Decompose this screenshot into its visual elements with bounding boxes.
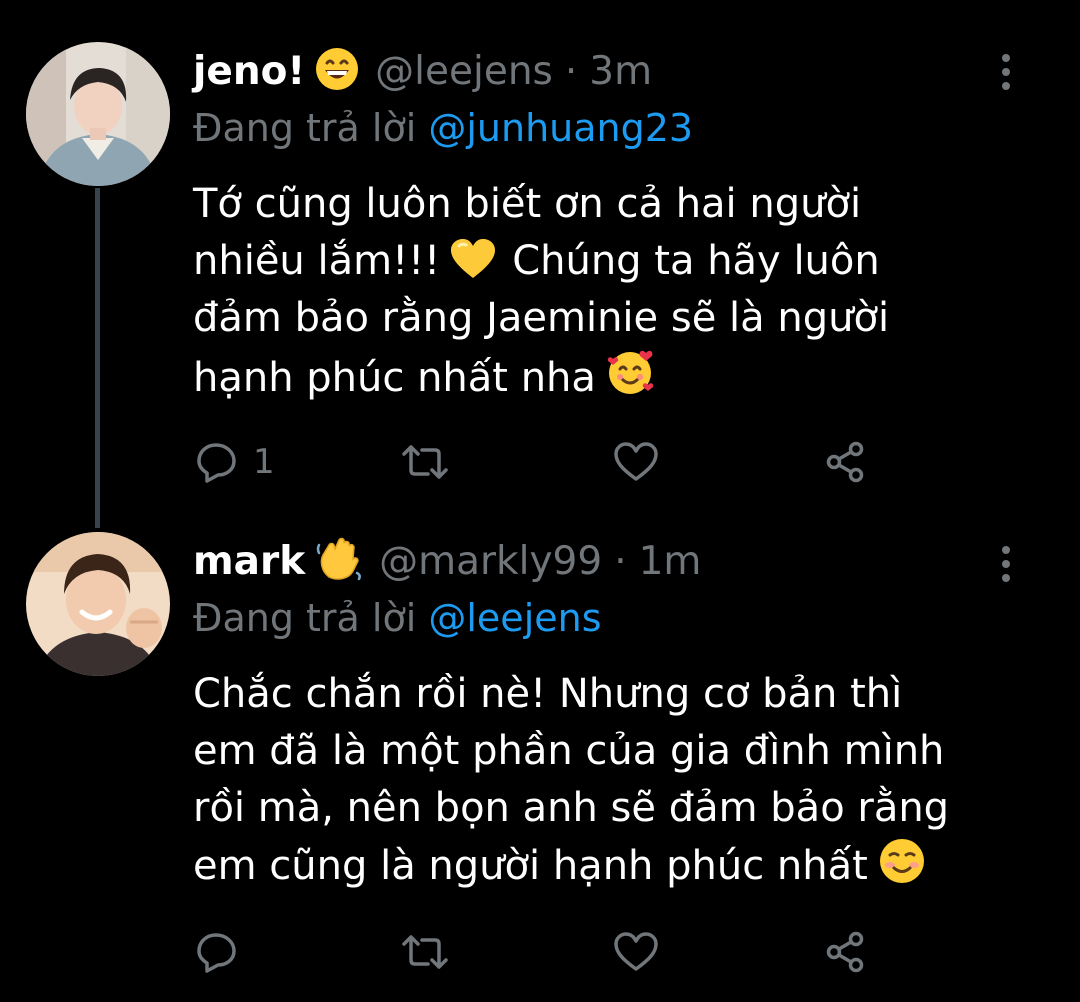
smiling-face-with-hearts-emoji-icon [606,347,656,413]
reply-icon [197,443,236,483]
share-button[interactable] [823,437,867,487]
share-icon [826,931,864,973]
more-options-icon[interactable] [996,52,1016,92]
tweet-text-line: nhiều lắm!!! Chúng ta hãy luôn [193,233,1043,290]
display-name[interactable]: mark [193,539,305,584]
reply-icon [197,933,236,973]
tweet-header: mark @markly99 · 1m [193,536,701,586]
reply-button[interactable]: 1 [195,437,275,487]
more-options-icon[interactable] [996,544,1016,584]
retweet-icon [402,935,448,969]
avatar[interactable] [26,42,170,186]
tweet-text-line: em cũng là người hạnh phúc nhất [193,837,1043,894]
tweet-text-line: Tớ cũng luôn biết ơn cả hai người [193,181,862,227]
tweet-text: Chắc chắn rồi nè! Nhưng cơ bản thì em đã… [193,666,1043,894]
replying-prefix: Đang trả lời [193,596,417,640]
tweet-header: jeno! @leejens · 3m [193,46,652,96]
separator: · [614,538,627,584]
timestamp[interactable]: 3m [589,49,652,94]
handle[interactable]: @markly99 [379,539,602,584]
replying-prefix: Đang trả lời [193,106,417,150]
replying-mention[interactable]: @junhuang23 [428,106,693,150]
tweet-text-line: hạnh phúc nhất nha [193,347,1043,404]
smiling-face-emoji-icon [878,837,926,901]
tweet-text-line: rồi mà, nên bọn anh sẽ đảm bảo rằng [193,785,950,831]
tweet-actions [193,927,893,977]
retweet-icon [402,445,448,479]
tweet-mark[interactable]: mark @markly99 · 1m Đang trả lời @leejen… [0,520,1080,1002]
waving-hand-emoji-icon [315,535,363,587]
separator: · [564,48,578,94]
tweet-text-line: Chắc chắn rồi nè! Nhưng cơ bản thì [193,671,903,717]
tweet-actions: 1 [193,437,893,487]
share-icon [826,441,864,483]
like-button[interactable] [613,437,659,487]
display-name[interactable]: jeno! [193,49,305,94]
handle[interactable]: @leejens [375,49,553,94]
retweet-button[interactable] [400,927,450,977]
reply-button[interactable] [195,927,253,977]
yellow-heart-emoji-icon [450,238,496,296]
replying-mention[interactable]: @leejens [428,596,601,640]
avatar[interactable] [26,532,170,676]
tweet-text-line: em đã là một phần của gia đình mình [193,728,945,774]
reply-count: 1 [253,442,275,482]
replying-to: Đang trả lời @junhuang23 [193,106,693,150]
heart-icon [614,932,658,971]
share-button[interactable] [823,927,867,977]
tweet-jeno[interactable]: jeno! @leejens · 3m Đang trả lời @junhua… [0,0,1080,520]
retweet-button[interactable] [400,437,450,487]
grinning-face-emoji-icon [315,47,359,95]
timestamp[interactable]: 1m [639,539,702,584]
replying-to: Đang trả lời @leejens [193,596,602,640]
tweet-text: Tớ cũng luôn biết ơn cả hai người nhiều … [193,176,1043,404]
tweet-text-line: đảm bảo rằng Jaeminie sẽ là người [193,295,890,341]
like-button[interactable] [613,927,659,977]
heart-icon [614,442,658,481]
